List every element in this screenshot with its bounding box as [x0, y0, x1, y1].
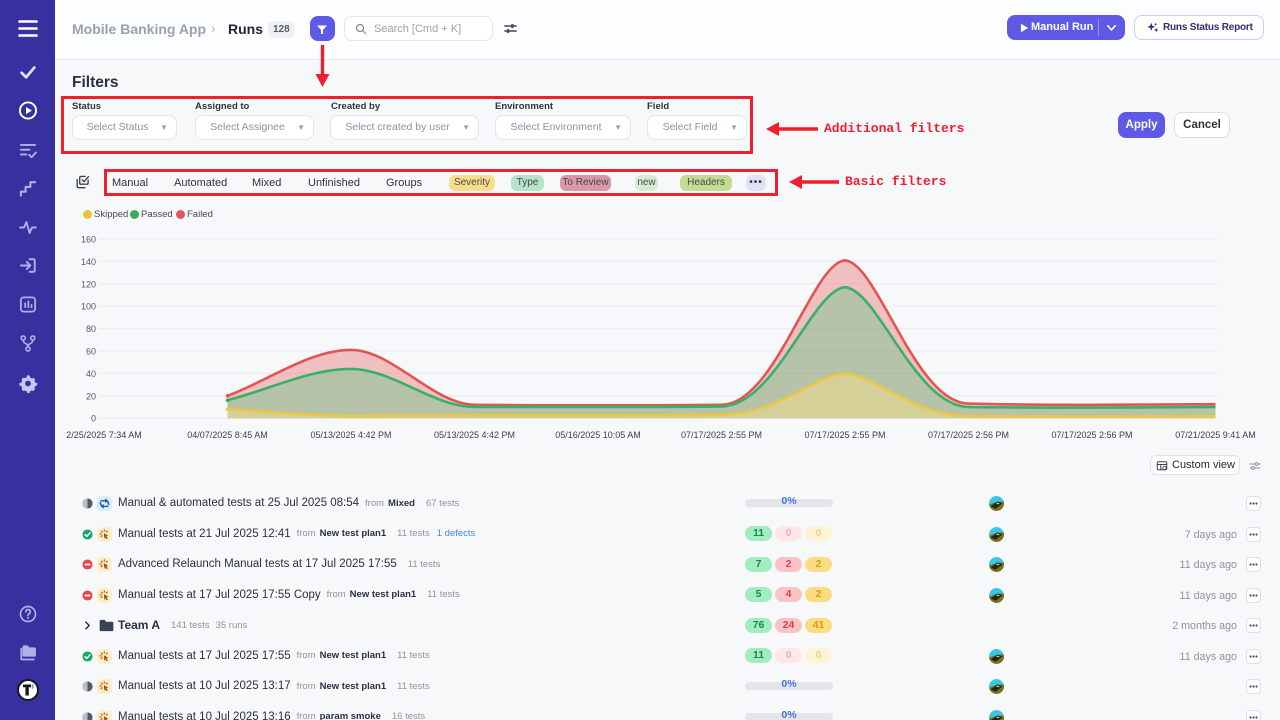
- svg-text:07/21/2025 9:41 AM: 07/21/2025 9:41 AM: [1175, 430, 1256, 440]
- svg-text:40: 40: [86, 369, 96, 379]
- svg-text:20: 20: [86, 391, 96, 401]
- svg-text:160: 160: [81, 235, 96, 245]
- svg-text:07/17/2025 2:56 PM: 07/17/2025 2:56 PM: [928, 430, 1009, 440]
- svg-text:04/07/2025 8:45 AM: 04/07/2025 8:45 AM: [187, 430, 268, 440]
- svg-text:60: 60: [86, 347, 96, 357]
- svg-text:80: 80: [86, 324, 96, 334]
- svg-text:05/13/2025 4:42 PM: 05/13/2025 4:42 PM: [310, 430, 391, 440]
- svg-text:0: 0: [91, 414, 96, 424]
- svg-text:140: 140: [81, 257, 96, 267]
- svg-text:07/17/2025 2:55 PM: 07/17/2025 2:55 PM: [681, 430, 762, 440]
- svg-text:100: 100: [81, 302, 96, 312]
- svg-text:2/25/2025 7:34 AM: 2/25/2025 7:34 AM: [66, 430, 142, 440]
- svg-text:07/17/2025 2:56 PM: 07/17/2025 2:56 PM: [1051, 430, 1132, 440]
- svg-text:05/16/2025 10:05 AM: 05/16/2025 10:05 AM: [555, 430, 641, 440]
- svg-text:07/17/2025 2:55 PM: 07/17/2025 2:55 PM: [804, 430, 885, 440]
- svg-text:120: 120: [81, 279, 96, 289]
- svg-text:05/13/2025 4:42 PM: 05/13/2025 4:42 PM: [434, 430, 515, 440]
